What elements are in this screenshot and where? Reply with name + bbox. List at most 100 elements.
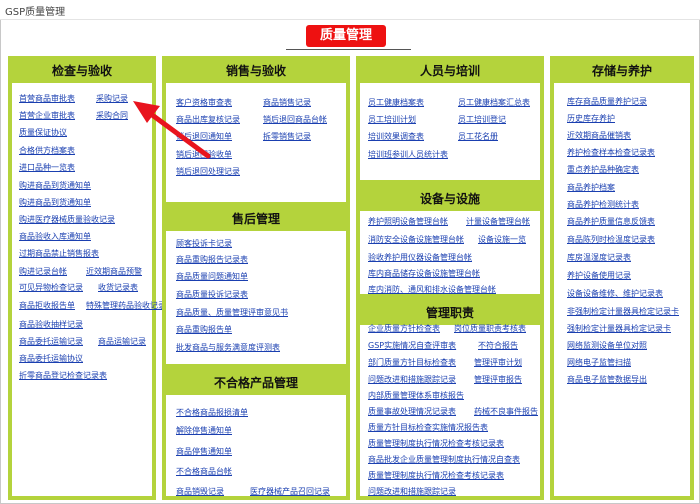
link-quality-agreement[interactable]: 质量保证协议 [19,127,67,138]
link-instrument-ledger[interactable]: 验收养护用仪器设备管理台帐 [368,252,472,263]
link-review-plan[interactable]: 管理评审计划 [474,357,522,368]
link-maintenance-stats[interactable]: 商品养护检测统计表 [567,199,639,210]
link-ventilation-equipment[interactable]: 库内消防、通风和排水设备管理台帐 [368,284,496,295]
link-trainee-statistics[interactable]: 培训班参训人员统计表 [368,149,448,160]
link-customer-qualification[interactable]: 客户资格审查表 [176,97,232,108]
link-policy-check[interactable]: 企业质量方针检查表 [368,323,440,334]
link-policy-implementation[interactable]: 质量方针目标检查实施情况报告表 [368,422,488,433]
link-staff-roster[interactable]: 员工花名册 [458,131,498,142]
link-nonconformity-report[interactable]: 不符合报告 [478,340,518,351]
panel-nonconforming: 不合格产品管理 不合格商品报损清单 解除停售通知单 商品停售通知单 不合格商品台… [162,368,350,500]
link-split-sales[interactable]: 拆零销售记录 [263,131,311,142]
link-dept-policy-check[interactable]: 部门质量方针目标检查表 [368,357,456,368]
link-equipment-repair[interactable]: 设备设备维修、维护记录表 [567,288,663,299]
link-wholesale-self-check[interactable]: 商品批发企业质量管理制度执行情况自查表 [368,454,520,465]
link-purchase-contract[interactable]: 采购合同 [96,110,128,121]
link-return-notice[interactable]: 销后退回通知单 [176,131,232,142]
link-return-ledger[interactable]: 销后退回商品台帐 [263,114,327,125]
link-first-company-approval[interactable]: 首营企业审批表 [19,110,75,121]
link-suspension-notice[interactable]: 商品停售通知单 [176,446,232,457]
link-warehousing-notice[interactable]: 商品验收入库通知单 [19,231,91,242]
link-maintenance-archive[interactable]: 商品养护档案 [567,182,615,193]
panel-inspection: 检查与验收 首营商品审批表 采购记录 首营企业审批表 采购合同 质量保证协议 合… [8,56,166,500]
link-training-plan[interactable]: 员工培训计划 [368,114,416,125]
link-purchase-ledger[interactable]: 购进记录台帐 [19,266,67,277]
link-warehouse-humidity[interactable]: 库房温湿度记录表 [567,252,631,263]
link-key-variety[interactable]: 重点养护品种确定表 [567,164,639,175]
link-display-temperature[interactable]: 商品陈列时检温度记录表 [567,234,655,245]
link-arrival-notice-2[interactable]: 购进商品到货通知单 [19,197,91,208]
link-health-files[interactable]: 员工健康档案表 [368,97,424,108]
link-split-registration[interactable]: 折零商品登记检查记录表 [19,370,107,381]
page-title: 质量管理 [306,25,386,47]
link-repurchase-report-sheet[interactable]: 商品重购报告单 [176,324,232,335]
link-first-product-approval[interactable]: 首营商品审批表 [19,93,75,104]
link-lighting-equipment[interactable]: 养护照明设备管理台帐 [368,216,448,227]
link-equipment-usage[interactable]: 养护设备使用记录 [567,270,631,281]
link-adverse-event[interactable]: 药械不良事件报告 [474,406,538,417]
link-outbound-review[interactable]: 商品出库复核记录 [176,114,240,125]
link-gsp-self-check[interactable]: GSP实施情况自查评审表 [368,340,456,351]
link-purchase-record[interactable]: 采购记录 [96,93,128,104]
link-sales-record[interactable]: 商品销售记录 [263,97,311,108]
link-near-expiry-sales[interactable]: 近效期商品催销表 [567,130,631,141]
link-near-expiry-alert[interactable]: 近效期商品预警 [86,266,142,277]
link-mandatory-calibration[interactable]: 强制检定计量器具检定记录卡 [567,323,671,334]
link-system-assessment-2[interactable]: 质量管理制度执行情况检查考核记录表 [368,470,504,481]
link-non-mandatory-calibration[interactable]: 非强制检定计量器具检定记录卡 [567,306,679,317]
link-incident-record[interactable]: 质量事故处理情况记录表 [368,406,456,417]
link-review-report[interactable]: 管理评审报告 [474,374,522,385]
title-divider [286,49,411,50]
link-data-export[interactable]: 商品电子监管数据导出 [567,374,647,385]
panel-header-nonconforming: 不合格产品管理 [166,372,346,395]
link-repurchase-report[interactable]: 商品重购报告记录表 [176,254,248,265]
link-fire-equipment[interactable]: 消防安全设备设施管理台帐 [368,234,464,245]
link-history-maintenance[interactable]: 历史库存养护 [567,113,615,124]
link-device-recall[interactable]: 医疗器械产品召回记录 [250,486,330,497]
link-satisfaction-survey[interactable]: 批发商品与服务满意度评测表 [176,342,280,353]
link-improvement-tracking-2[interactable]: 问题改进和措施跟踪记录 [368,486,456,497]
link-network-monitor[interactable]: 网络监测设备单位对照 [567,340,647,351]
panel-equipment: 设备与设施 养护照明设备管理台帐 计量设备管理台帐 消防安全设备设施管理台帐 设… [356,184,544,298]
link-foreign-matter[interactable]: 可见异物检查记录 [19,282,83,293]
link-rejection-report[interactable]: 商品拒收报告单 [19,300,75,311]
panel-header-personnel: 人员与培训 [360,60,540,83]
link-internal-audit[interactable]: 内部质量管理体系审核报告 [368,390,464,401]
link-system-assessment[interactable]: 质量管理制度执行情况检查考核记录表 [368,438,504,449]
link-complaint-card[interactable]: 顾客投诉卡记录 [176,238,232,249]
link-electronic-scan[interactable]: 网络电子监管扫描 [567,357,631,368]
link-loss-list[interactable]: 不合格商品报损清单 [176,407,248,418]
link-transport-record[interactable]: 商品运输记录 [98,336,146,347]
link-arrival-notice[interactable]: 购进商品到货通知单 [19,180,91,191]
link-quality-complaint[interactable]: 商品质量投诉记录表 [176,289,248,300]
link-transport-agreement[interactable]: 商品委托运输协议 [19,353,83,364]
link-storage-maintenance[interactable]: 库存商品质量养护记录 [567,96,647,107]
link-metering-equipment[interactable]: 计量设备管理台帐 [466,216,530,227]
link-quality-review[interactable]: 商品质量、质量管理评审意见书 [176,307,288,318]
link-sampling-record[interactable]: 商品验收抽样记录 [19,319,83,330]
link-equipment-overview[interactable]: 设备设施一览 [478,234,526,245]
link-improvement-tracking[interactable]: 问题改进和措施跟踪记录 [368,374,456,385]
link-quality-issue-notice[interactable]: 商品质量问题通知单 [176,271,248,282]
link-lift-suspension[interactable]: 解除停售通知单 [176,425,232,436]
link-destruction-record[interactable]: 商品销毁记录 [176,486,224,497]
link-quality-feedback[interactable]: 商品养护质量信息反馈表 [567,216,655,227]
link-import-varieties[interactable]: 进口品种一览表 [19,162,75,173]
link-expired-prohibition[interactable]: 过期商品禁止销售报表 [19,248,99,259]
link-consigned-transport[interactable]: 商品委托运输记录 [19,336,83,347]
link-training-effect[interactable]: 培训效果调查表 [368,131,424,142]
link-training-registration[interactable]: 员工培训登记 [458,114,506,125]
link-position-assessment[interactable]: 岗位质量职责考核表 [454,323,526,334]
panel-header-storage: 存储与养护 [554,60,690,83]
link-storage-equipment[interactable]: 库内商品储存设备设施管理台帐 [368,268,480,279]
window-title: GSP质量管理 [5,7,66,18]
link-special-drug-acceptance[interactable]: 特殊管理药品验收记录 [86,300,166,311]
link-health-summary[interactable]: 员工健康档案汇总表 [458,97,530,108]
link-nonconforming-ledger[interactable]: 不合格商品台帐 [176,466,232,477]
link-sample-check[interactable]: 养护检查样本检查记录表 [567,147,655,158]
link-qualified-supplier[interactable]: 合格供方档案表 [19,145,75,156]
link-return-acceptance[interactable]: 销后退回验收单 [176,149,232,160]
link-return-handling[interactable]: 销后退回处理记录 [176,166,240,177]
link-receipt-record[interactable]: 收货记录表 [98,282,138,293]
link-device-acceptance[interactable]: 购进医疗器械质量验收记录 [19,214,115,225]
